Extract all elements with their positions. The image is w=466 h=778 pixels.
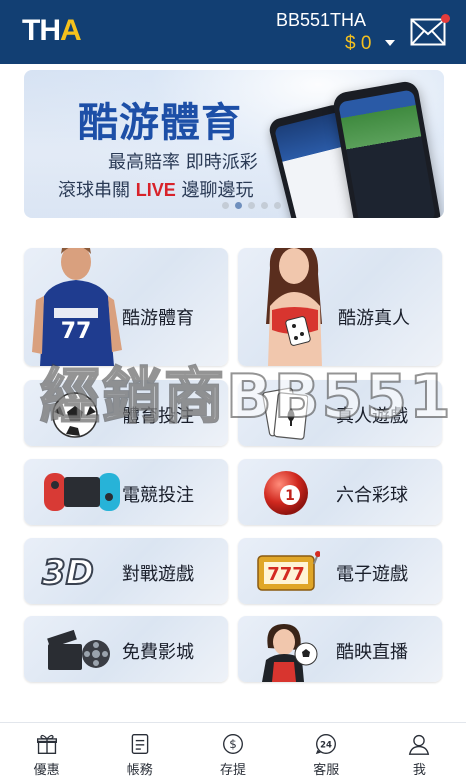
banner-tagline-2: 滾球串關 LIVE 邊聊邊玩 bbox=[58, 176, 253, 202]
username: BB551THA bbox=[276, 10, 367, 30]
banner-tagline-2-prefix: 滾球串關 bbox=[58, 180, 136, 201]
nav-profile[interactable]: 我 bbox=[373, 723, 466, 778]
svg-text:1: 1 bbox=[285, 488, 295, 504]
top-bar: THA BB551THA $ 0 bbox=[0, 0, 466, 64]
nav-support[interactable]: 24 客服 bbox=[280, 723, 373, 778]
carousel-dot[interactable] bbox=[261, 202, 268, 209]
nav-account[interactable]: 帳務 bbox=[93, 723, 186, 778]
notification-badge bbox=[441, 14, 450, 23]
user-icon bbox=[409, 734, 430, 755]
banner-tagline-1: 最高賠率 即時派彩 bbox=[108, 152, 258, 173]
caret-down-icon[interactable] bbox=[385, 40, 395, 46]
tile-label: 酷映直播 bbox=[336, 642, 408, 663]
tile-slot-games[interactable]: 777 電子遊戲 bbox=[238, 538, 442, 604]
nav-label: 優惠 bbox=[33, 763, 60, 778]
tile-live-games[interactable]: 真人遊戲 bbox=[238, 380, 442, 446]
balance[interactable]: $ 0 bbox=[345, 33, 371, 55]
tile-label: 體育投注 bbox=[122, 406, 194, 427]
svg-text:3D: 3D bbox=[42, 553, 94, 592]
gift-icon bbox=[36, 734, 57, 754]
nav-label: 客服 bbox=[313, 763, 340, 778]
nav-label: 我 bbox=[412, 763, 426, 778]
tile-live-stream[interactable]: 酷映直播 bbox=[238, 616, 442, 682]
carousel-dot-active[interactable] bbox=[235, 202, 242, 209]
mail-icon[interactable] bbox=[410, 18, 446, 46]
logo[interactable]: THA bbox=[22, 14, 82, 47]
nav-label: 存提 bbox=[220, 763, 247, 778]
tile-lottery[interactable]: 1 六合彩球 bbox=[238, 459, 442, 525]
carousel-dots bbox=[222, 202, 281, 209]
tile-battle-games[interactable]: 3D 對戰遊戲 bbox=[24, 538, 228, 604]
promo-banner[interactable]: 酷游體育 最高賠率 即時派彩 滾球串關 LIVE 邊聊邊玩 bbox=[24, 70, 444, 218]
tile-kuyou-live[interactable]: 酷游真人 bbox=[238, 248, 442, 366]
svg-text:$: $ bbox=[229, 737, 237, 751]
carousel-dot[interactable] bbox=[274, 202, 281, 209]
playing-card-icon bbox=[262, 387, 308, 440]
tile-label: 酷游真人 bbox=[338, 308, 410, 329]
live-dealer-icon bbox=[266, 248, 322, 366]
logo-letter-t: T bbox=[22, 14, 40, 47]
game-controller-icon bbox=[44, 473, 120, 511]
bottom-nav: 優惠 帳務 $ 存提 24 客服 我 bbox=[0, 722, 466, 778]
svg-text:24: 24 bbox=[320, 739, 332, 749]
3d-text-icon: 3D bbox=[41, 552, 95, 592]
film-reel-icon bbox=[47, 629, 110, 670]
tile-free-cinema[interactable]: 免費影城 bbox=[24, 616, 228, 682]
live-label: LIVE bbox=[135, 180, 176, 200]
banner-title: 酷游體育 bbox=[78, 100, 242, 146]
banner-tagline-2-suffix: 邊聊邊玩 bbox=[175, 180, 254, 201]
nav-label: 帳務 bbox=[126, 763, 153, 778]
logo-letter-a: A bbox=[60, 14, 82, 47]
tile-label: 酷游體育 bbox=[122, 308, 194, 329]
support-24-icon: 24 bbox=[316, 734, 337, 755]
svg-text:777: 777 bbox=[267, 564, 305, 585]
tile-label: 六合彩球 bbox=[336, 485, 408, 506]
basketball-player-icon: 77 bbox=[32, 248, 122, 366]
nav-promotions[interactable]: 優惠 bbox=[0, 723, 93, 778]
carousel-dot[interactable] bbox=[222, 202, 229, 209]
tile-label: 電子遊戲 bbox=[336, 564, 408, 585]
tile-label: 電競投注 bbox=[122, 485, 194, 506]
tile-sports-betting[interactable]: 體育投注 bbox=[24, 380, 228, 446]
nav-deposit[interactable]: $ 存提 bbox=[186, 723, 279, 778]
tile-label: 免費影城 bbox=[122, 642, 194, 663]
lottery-ball-icon: 1 bbox=[264, 471, 308, 515]
live-stream-icon bbox=[262, 624, 318, 682]
carousel-dot[interactable] bbox=[248, 202, 255, 209]
tile-esports[interactable]: 電競投注 bbox=[24, 459, 228, 525]
soccer-ball-icon bbox=[52, 392, 98, 438]
document-icon bbox=[131, 734, 149, 754]
logo-letter-h: H bbox=[39, 14, 61, 47]
tile-label: 真人遊戲 bbox=[336, 406, 408, 427]
slot-machine-icon: 777 bbox=[257, 551, 320, 591]
svg-text:77: 77 bbox=[61, 319, 92, 344]
tile-label: 對戰遊戲 bbox=[122, 564, 194, 585]
tile-kuyou-sports[interactable]: 77 酷游體育 bbox=[24, 248, 228, 366]
dollar-icon: $ bbox=[223, 734, 243, 754]
